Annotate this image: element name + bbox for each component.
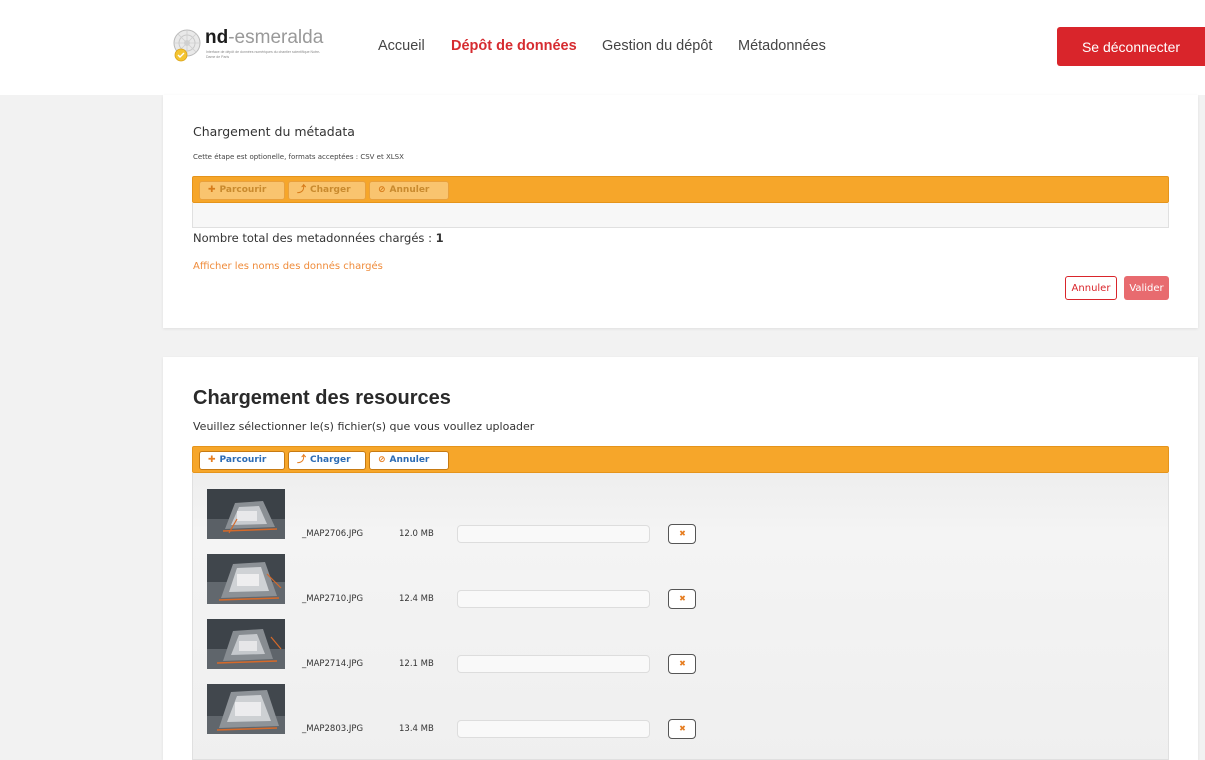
rose-window-icon bbox=[173, 29, 201, 62]
validate-button[interactable]: Valider bbox=[1124, 276, 1169, 300]
resources-file-list: _MAP2706.JPG 12.0 MB ✖ _MAP2710.JPG 12.4… bbox=[192, 473, 1169, 760]
nav-gestion-du-depot[interactable]: Gestion du dépôt bbox=[602, 37, 712, 55]
logout-button[interactable]: Se déconnecter bbox=[1057, 27, 1205, 66]
resources-section-title: Chargement des resources bbox=[193, 387, 451, 409]
file-name: _MAP2710.JPG bbox=[302, 594, 364, 604]
file-name: _MAP2803.JPG bbox=[302, 724, 364, 734]
resources-upload-button[interactable]: ⤴ Charger bbox=[288, 451, 366, 470]
upload-progress-bar bbox=[457, 720, 650, 738]
close-icon: ✖ bbox=[679, 724, 686, 733]
resources-section-subtitle: Veuillez sélectionner le(s) fichier(s) q… bbox=[193, 420, 535, 433]
file-thumbnail bbox=[207, 684, 285, 734]
resources-upload-card: Chargement des resources Veuillez sélect… bbox=[163, 357, 1198, 760]
resources-browse-button[interactable]: ✚ Parcourir bbox=[199, 451, 285, 470]
plus-icon: ✚ bbox=[208, 455, 216, 465]
nd-esmeralda-logo[interactable]: nd-esmeralda Interface de dépôt de donné… bbox=[172, 27, 332, 67]
metadata-count: Nombre total des metadonnées chargés : 1 bbox=[193, 231, 444, 245]
file-row: _MAP2803.JPG 13.4 MB ✖ bbox=[193, 684, 1168, 746]
close-icon: ✖ bbox=[679, 594, 686, 603]
file-thumbnail bbox=[207, 489, 285, 539]
metadata-file-list bbox=[192, 203, 1169, 228]
file-size: 12.4 MB bbox=[399, 594, 434, 604]
metadata-count-value: 1 bbox=[435, 231, 444, 245]
upload-icon: ⤴ bbox=[297, 455, 307, 465]
file-thumbnail bbox=[207, 554, 285, 604]
file-name: _MAP2714.JPG bbox=[302, 659, 364, 669]
show-loaded-names-link[interactable]: Afficher les noms des donnés chargés bbox=[193, 261, 383, 272]
top-navigation-bar: nd-esmeralda Interface de dépôt de donné… bbox=[0, 0, 1205, 95]
resources-upload-toolbar: ✚ Parcourir ⤴ Charger ⊘ Annuler bbox=[192, 446, 1169, 473]
resources-cancel-upload-button[interactable]: ⊘ Annuler bbox=[369, 451, 449, 470]
metadata-upload-card: Chargement du métadata Cette étape est o… bbox=[163, 95, 1198, 328]
ban-icon: ⊘ bbox=[378, 185, 386, 195]
close-icon: ✖ bbox=[679, 659, 686, 668]
ban-icon: ⊘ bbox=[378, 455, 386, 465]
cancel-button[interactable]: Annuler bbox=[1065, 276, 1117, 300]
remove-file-button[interactable]: ✖ bbox=[668, 719, 696, 739]
file-row: _MAP2714.JPG 12.1 MB ✖ bbox=[193, 619, 1168, 681]
metadata-cancel-upload-button[interactable]: ⊘ Annuler bbox=[369, 181, 449, 200]
metadata-browse-button[interactable]: ✚ Parcourir bbox=[199, 181, 285, 200]
metadata-section-subtitle: Cette étape est optionelle, formats acce… bbox=[193, 153, 404, 161]
remove-file-button[interactable]: ✖ bbox=[668, 524, 696, 544]
upload-progress-bar bbox=[457, 655, 650, 673]
file-row: _MAP2710.JPG 12.4 MB ✖ bbox=[193, 554, 1168, 616]
logo-tagline: Interface de dépôt de données numériques… bbox=[206, 50, 321, 59]
plus-icon: ✚ bbox=[208, 185, 216, 195]
file-size: 13.4 MB bbox=[399, 724, 434, 734]
file-size: 12.1 MB bbox=[399, 659, 434, 669]
metadata-section-title: Chargement du métadata bbox=[193, 124, 355, 139]
logo-wordmark: nd-esmeralda bbox=[205, 27, 324, 48]
file-size: 12.0 MB bbox=[399, 529, 434, 539]
metadata-upload-toolbar: ✚ Parcourir ⤴ Charger ⊘ Annuler bbox=[192, 176, 1169, 203]
nav-accueil[interactable]: Accueil bbox=[378, 37, 425, 55]
nav-metadonnees[interactable]: Métadonnées bbox=[738, 37, 826, 55]
remove-file-button[interactable]: ✖ bbox=[668, 589, 696, 609]
upload-progress-bar bbox=[457, 590, 650, 608]
upload-progress-bar bbox=[457, 525, 650, 543]
file-name: _MAP2706.JPG bbox=[302, 529, 364, 539]
upload-icon: ⤴ bbox=[297, 185, 307, 195]
file-row: _MAP2706.JPG 12.0 MB ✖ bbox=[193, 489, 1168, 551]
metadata-upload-button[interactable]: ⤴ Charger bbox=[288, 181, 366, 200]
nav-depot-de-donnees[interactable]: Dépôt de données bbox=[451, 37, 577, 55]
remove-file-button[interactable]: ✖ bbox=[668, 654, 696, 674]
file-thumbnail bbox=[207, 619, 285, 669]
close-icon: ✖ bbox=[679, 529, 686, 538]
